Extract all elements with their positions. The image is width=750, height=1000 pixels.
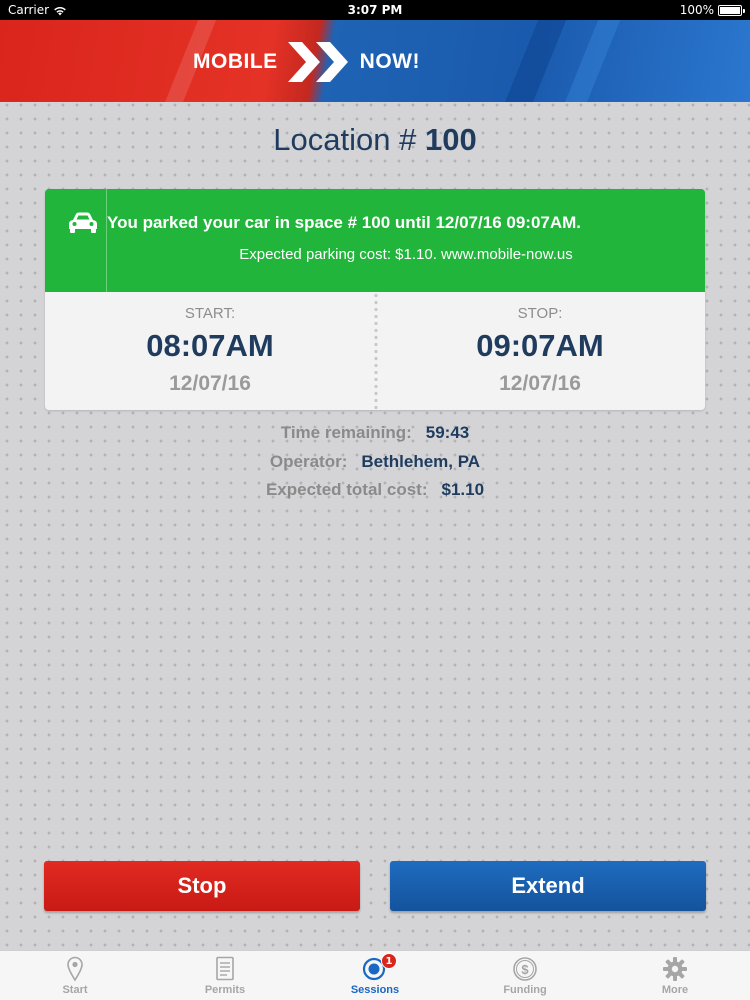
tab-more[interactable]: More (600, 951, 750, 1000)
start-label: START: (184, 305, 236, 322)
car-icon (69, 212, 97, 233)
wifi-icon (54, 6, 66, 15)
double-chevron-icon (287, 42, 348, 82)
logo-text-right: NOW! (359, 50, 420, 73)
tab-bar: Start Permits 1 Sessions $ Funding More (0, 950, 750, 1000)
status-time: 3:07 PM (347, 3, 403, 17)
session-banner: You parked your car in space # 100 until… (45, 189, 705, 292)
location-prefix: Location # (273, 122, 417, 157)
svg-text:$: $ (521, 962, 529, 977)
operator-label: Operator: (269, 452, 348, 471)
time-remaining-row: Time remaining: 59:43 (0, 423, 750, 443)
status-bar: Carrier 3:07 PM 100% (0, 0, 750, 20)
mobile-now-logo: MOBILE NOW! (193, 42, 420, 82)
carrier-label: Carrier (8, 3, 50, 17)
page-title: Location # 100 (0, 122, 750, 158)
session-cost-message: Expected parking cost: $1.10. www.mobile… (239, 246, 573, 263)
carrier-indicator: Carrier (8, 3, 67, 17)
stop-button[interactable]: Stop (44, 861, 360, 911)
stop-label: STOP: (517, 305, 563, 322)
battery-percent: 100% (679, 3, 714, 17)
start-date: 12/07/16 (169, 372, 251, 395)
location-number: 100 (424, 122, 477, 157)
extend-button[interactable]: Extend (390, 861, 706, 911)
start-time-block: START: 08:07AM 12/07/16 (45, 292, 375, 410)
total-cost-value: $1.10 (441, 480, 485, 499)
tab-start-label: Start (62, 984, 88, 996)
stop-time-block: STOP: 09:07AM 12/07/16 (375, 292, 705, 410)
app-header: MOBILE NOW! (0, 20, 750, 102)
tab-funding[interactable]: $ Funding (450, 951, 600, 1000)
session-times: START: 08:07AM 12/07/16 STOP: 09:07AM 12… (45, 292, 705, 410)
parking-session-card: You parked your car in space # 100 until… (45, 189, 705, 410)
operator-row: Operator: Bethlehem, PA (0, 452, 750, 472)
stop-time: 09:07AM (476, 328, 604, 363)
time-remaining-label: Time remaining: (280, 423, 412, 442)
tab-more-label: More (661, 984, 689, 996)
time-remaining-value: 59:43 (425, 423, 470, 442)
gear-icon (663, 957, 687, 981)
start-time: 08:07AM (146, 328, 274, 363)
session-message: You parked your car in space # 100 until… (107, 213, 582, 232)
tab-start[interactable]: Start (0, 951, 150, 1000)
map-pin-icon (67, 956, 83, 982)
total-cost-label: Expected total cost: (265, 480, 428, 499)
tab-permits[interactable]: Permits (150, 951, 300, 1000)
tab-permits-label: Permits (204, 984, 246, 996)
sessions-badge: 1 (381, 953, 397, 969)
operator-value: Bethlehem, PA (361, 452, 481, 471)
dollar-coin-icon: $ (513, 957, 537, 981)
battery-indicator: 100% (679, 3, 745, 17)
tab-sessions-label: Sessions (350, 984, 400, 996)
stop-date: 12/07/16 (499, 372, 581, 395)
logo-text-left: MOBILE (193, 50, 278, 73)
total-cost-row: Expected total cost: $1.10 (0, 480, 750, 500)
tab-sessions[interactable]: 1 Sessions (300, 951, 450, 1000)
tab-funding-label: Funding (503, 984, 547, 996)
battery-icon (718, 4, 745, 16)
document-icon (216, 956, 234, 981)
